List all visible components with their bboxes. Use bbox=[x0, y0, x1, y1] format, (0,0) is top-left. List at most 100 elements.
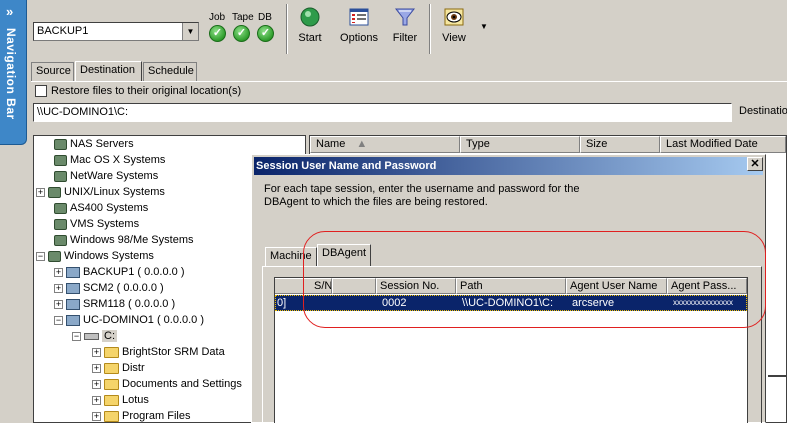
tree-item-unix-linux[interactable]: + UNIX/Linux Systems bbox=[36, 184, 165, 200]
tree-item-label: Mac OS X Systems bbox=[70, 154, 166, 166]
tree-item-vms[interactable]: VMS Systems bbox=[54, 216, 139, 232]
server-select-value: BACKUP1 bbox=[37, 25, 89, 37]
tree-item-windows-98-me[interactable]: Windows 98/Me Systems bbox=[54, 232, 193, 248]
folder-icon bbox=[104, 346, 119, 358]
column-header-last-modified[interactable]: Last Modified Date bbox=[660, 136, 786, 153]
expand-plus-icon[interactable]: + bbox=[92, 363, 101, 373]
tree-item-program-files[interactable]: + Program Files bbox=[92, 408, 190, 422]
sort-ascending-icon: ▲ bbox=[356, 138, 368, 150]
tree-item-label: Documents and Settings bbox=[122, 378, 242, 390]
collapse-minus-icon[interactable]: − bbox=[36, 251, 45, 261]
collapse-minus-icon[interactable]: − bbox=[72, 331, 81, 341]
tree-item-label: BACKUP1 ( 0.0.0.0 ) bbox=[83, 266, 185, 278]
tree-item-mac-os-x[interactable]: Mac OS X Systems bbox=[54, 152, 165, 168]
tree-item-label: Windows Systems bbox=[64, 250, 154, 262]
expand-plus-icon[interactable]: + bbox=[92, 395, 101, 405]
dialog-title: Session User Name and Password bbox=[254, 157, 763, 175]
network-icon bbox=[54, 234, 67, 246]
tape-ok-icon: ✓ bbox=[233, 25, 250, 42]
session-sn-cell: 0] bbox=[277, 297, 287, 309]
tree-item-label: C: bbox=[102, 330, 117, 342]
expand-plus-icon[interactable]: + bbox=[54, 299, 63, 309]
network-icon bbox=[48, 186, 61, 198]
highlight-annotation bbox=[303, 231, 766, 328]
expand-plus-icon[interactable]: + bbox=[92, 411, 101, 421]
dialog-message: For each tape session, enter the usernam… bbox=[264, 183, 580, 208]
expand-plus-icon[interactable]: + bbox=[54, 267, 63, 277]
tree-item-srm118[interactable]: + SRM118 ( 0.0.0.0 ) bbox=[54, 296, 175, 312]
folder-icon bbox=[104, 394, 119, 406]
tab-schedule[interactable]: Schedule bbox=[143, 62, 197, 81]
filter-button[interactable]: Filter bbox=[390, 6, 420, 44]
expand-plus-icon[interactable]: + bbox=[92, 347, 101, 357]
db-ok-icon: ✓ bbox=[257, 25, 274, 42]
job-ok-icon: ✓ bbox=[209, 25, 226, 42]
restore-original-location-checkbox[interactable] bbox=[35, 85, 47, 97]
tree-item-netware[interactable]: NetWare Systems bbox=[54, 168, 158, 184]
tree-item-documents-and-settings[interactable]: + Documents and Settings bbox=[92, 376, 242, 392]
destination-path-input[interactable]: \\UC-DOMINO1\C: bbox=[33, 103, 732, 122]
expand-chevron-icon[interactable]: » bbox=[6, 5, 13, 18]
tree-item-label: VMS Systems bbox=[70, 218, 140, 230]
options-button[interactable]: Options bbox=[338, 6, 380, 44]
server-select[interactable]: BACKUP1 ▼ bbox=[33, 22, 199, 41]
tree-item-label: AS400 Systems bbox=[70, 202, 149, 214]
tree-item-label: SRM118 ( 0.0.0.0 ) bbox=[83, 298, 176, 310]
options-icon bbox=[349, 8, 369, 26]
tree-item-label: NetWare Systems bbox=[70, 170, 159, 182]
tree-item-scm2[interactable]: + SCM2 ( 0.0.0.0 ) bbox=[54, 280, 164, 296]
drive-icon bbox=[84, 332, 99, 340]
expand-plus-icon[interactable]: + bbox=[36, 187, 45, 197]
tab-destination[interactable]: Destination bbox=[75, 61, 142, 82]
tree-item-lotus[interactable]: + Lotus bbox=[92, 392, 149, 408]
tree-item-label: Lotus bbox=[122, 394, 149, 406]
column-header-size[interactable]: Size bbox=[580, 136, 660, 153]
tab-source-label: Source bbox=[36, 65, 71, 77]
collapse-minus-icon[interactable]: − bbox=[54, 315, 63, 325]
column-header-type[interactable]: Type bbox=[460, 136, 580, 153]
tree-item-distr[interactable]: + Distr bbox=[92, 360, 145, 376]
tree-item-drive-c[interactable]: − C: bbox=[72, 328, 117, 344]
tape-status-label: Tape bbox=[232, 12, 254, 23]
navigation-bar-label: Navigation Bar bbox=[4, 28, 18, 120]
destination-label: Destinatio bbox=[739, 105, 787, 117]
tree-item-as400[interactable]: AS400 Systems bbox=[54, 200, 148, 216]
destination-path-value: \\UC-DOMINO1\C: bbox=[37, 106, 129, 118]
tree-item-brightstor-srm-data[interactable]: + BrightStor SRM Data bbox=[92, 344, 225, 360]
tree-item-label: UC-DOMINO1 ( 0.0.0.0 ) bbox=[83, 314, 205, 326]
tree-item-label: NAS Servers bbox=[70, 138, 134, 150]
start-button[interactable]: Start bbox=[294, 6, 326, 44]
tab-source[interactable]: Source bbox=[31, 62, 74, 81]
network-icon bbox=[54, 154, 67, 166]
tree-item-label: UNIX/Linux Systems bbox=[64, 186, 165, 198]
start-label: Start bbox=[298, 32, 322, 44]
chevron-down-icon[interactable]: ▼ bbox=[182, 23, 198, 40]
db-status-label: DB bbox=[258, 12, 272, 23]
job-status-label: Job bbox=[209, 12, 226, 23]
expand-plus-icon[interactable]: + bbox=[54, 283, 63, 293]
view-button[interactable]: View bbox=[440, 6, 468, 44]
tree-item-nas-servers[interactable]: NAS Servers bbox=[54, 136, 134, 152]
column-header-name[interactable]: Name ▲ bbox=[310, 136, 460, 153]
tree-item-label: SCM2 ( 0.0.0.0 ) bbox=[83, 282, 164, 294]
column-header-label: Last Modified Date bbox=[666, 138, 758, 150]
navigation-bar[interactable]: » Navigation Bar bbox=[0, 0, 27, 145]
tree-item-windows-systems[interactable]: − Windows Systems bbox=[36, 248, 154, 264]
tree-item-label: Windows 98/Me Systems bbox=[70, 234, 194, 246]
tree-item-label: BrightStor SRM Data bbox=[122, 346, 225, 358]
tab-schedule-label: Schedule bbox=[148, 65, 194, 77]
column-header-label: Type bbox=[466, 138, 490, 150]
folder-icon bbox=[104, 378, 119, 390]
network-icon bbox=[54, 170, 67, 182]
tree-item-label: Distr bbox=[122, 362, 145, 374]
network-icon bbox=[54, 202, 67, 214]
view-dropdown-arrow-icon[interactable]: ▼ bbox=[480, 22, 488, 31]
folder-icon bbox=[104, 410, 119, 422]
options-label: Options bbox=[340, 32, 378, 44]
tree-item-uc-domino1[interactable]: − UC-DOMINO1 ( 0.0.0.0 ) bbox=[54, 312, 204, 328]
close-icon[interactable]: ✕ bbox=[747, 157, 763, 171]
expand-plus-icon[interactable]: + bbox=[92, 379, 101, 389]
folder-icon bbox=[104, 362, 119, 374]
column-header-label: Name bbox=[316, 138, 346, 150]
tree-item-backup1[interactable]: + BACKUP1 ( 0.0.0.0 ) bbox=[54, 264, 185, 280]
